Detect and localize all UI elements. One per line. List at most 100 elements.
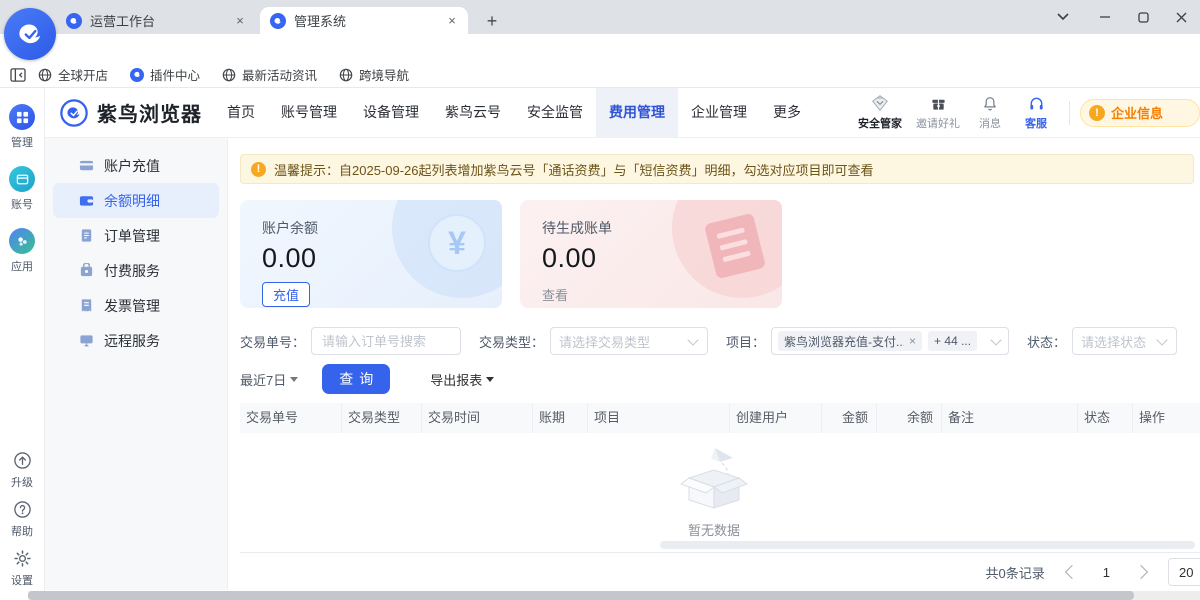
project-label: 项目： [726, 332, 765, 351]
sidebar-item-invoices[interactable]: 发票管理 [53, 288, 219, 323]
status-label: 状态： [1027, 332, 1066, 351]
type-label: 交易类型： [479, 332, 544, 351]
invoice-icon [79, 298, 94, 313]
table-horizontal-scrollbar[interactable] [660, 541, 1195, 549]
col-project[interactable]: 项目 [588, 403, 730, 433]
export-dropdown[interactable]: 导出报表 [430, 370, 494, 389]
recharge-button[interactable]: 充值 [262, 282, 310, 307]
tab-close-icon[interactable]: × [444, 13, 460, 29]
col-amount[interactable]: 金额 [822, 403, 877, 433]
bookmarks-bar: 全球开店 插件中心 最新活动资讯 跨境导航 [0, 62, 1200, 88]
col-period[interactable]: 账期 [533, 403, 588, 433]
globe-icon [38, 68, 52, 82]
notice-text: 温馨提示：自2025-09-26起列表增加紫鸟云号「通话资费」与「短信资费」明细… [274, 160, 874, 179]
col-balance[interactable]: 余额 [877, 403, 942, 433]
window-scrollbar-thumb[interactable] [28, 591, 1134, 600]
bookmark-activity-news[interactable]: 最新活动资讯 [222, 65, 317, 84]
balance-card: ¥ 账户余额 0.00 充值 [240, 200, 502, 308]
next-page-icon[interactable] [1134, 565, 1148, 579]
rail-item-upgrade[interactable]: 升级 [11, 451, 33, 490]
date-range-dropdown[interactable]: 最近7日 [240, 370, 298, 389]
bookmark-crossborder-nav[interactable]: 跨境导航 [339, 65, 409, 84]
table-header: 交易单号 交易类型 交易时间 账期 项目 创建用户 金额 余额 备注 状态 操作 [240, 403, 1200, 433]
status-select[interactable]: 请选择状态 [1072, 327, 1177, 355]
window-maximize-icon[interactable] [1128, 4, 1158, 30]
caret-down-icon [290, 377, 298, 382]
new-tab-button[interactable]: + [480, 9, 504, 33]
upgrade-arrow-icon [13, 451, 32, 470]
col-action[interactable]: 操作 [1133, 403, 1200, 433]
tool-invite-gift[interactable]: 邀请好礼 [909, 95, 967, 131]
paid-service-icon [79, 263, 94, 278]
nav-item-accounts[interactable]: 账号管理 [268, 88, 350, 137]
sidebar-item-recharge[interactable]: 账户充值 [53, 148, 219, 183]
rail-item-help[interactable]: 帮助 [11, 500, 33, 539]
tab-strip: 运营工作台 × 管理系统 × + [0, 0, 1200, 34]
project-tag: 紫鸟浏览器充值-支付... × [778, 331, 922, 351]
browser-tab-admin[interactable]: 管理系统 × [260, 7, 468, 34]
pagination: 共0条记录 1 20 [240, 552, 1200, 591]
nav-item-cloud[interactable]: 紫鸟云号 [432, 88, 514, 137]
chevron-down-icon [687, 334, 698, 345]
app-rail: 管理 账号 应用 升级 帮助 设置 [0, 88, 45, 600]
col-creator[interactable]: 创建用户 [730, 403, 822, 433]
browser-tab-ops[interactable]: 运营工作台 × [56, 7, 256, 34]
total-records: 共0条记录 [986, 563, 1045, 582]
rail-item-account[interactable]: 账号 [9, 166, 35, 212]
warning-icon: ! [251, 162, 266, 177]
tool-messages[interactable]: 消息 [967, 95, 1013, 131]
col-remark[interactable]: 备注 [942, 403, 1078, 433]
enterprise-coin-icon: ! [1089, 105, 1105, 121]
view-link[interactable]: 查看 [542, 285, 568, 304]
tag-remove-icon[interactable]: × [909, 334, 916, 348]
col-status[interactable]: 状态 [1078, 403, 1133, 433]
ziniao-app-logo[interactable] [4, 8, 56, 60]
account-browser-icon [9, 166, 35, 192]
sidebar-item-paid-services[interactable]: 付费服务 [53, 253, 219, 288]
col-time[interactable]: 交易时间 [422, 403, 533, 433]
order-no-input[interactable] [311, 327, 461, 355]
brand[interactable]: 紫鸟浏览器 [59, 98, 202, 128]
tab-close-icon[interactable]: × [232, 13, 248, 29]
type-select[interactable]: 请选择交易类型 [550, 327, 708, 355]
current-page[interactable]: 1 [1103, 565, 1110, 580]
window-minimize-icon[interactable] [1090, 4, 1120, 30]
tab-title: 管理系统 [294, 11, 444, 30]
query-button[interactable]: 查询 [322, 364, 390, 394]
window-close-icon[interactable] [1166, 4, 1196, 30]
rail-item-manage[interactable]: 管理 [9, 104, 35, 150]
help-question-icon [13, 500, 32, 519]
divider [1069, 101, 1070, 125]
empty-text: 暂无数据 [228, 520, 1200, 539]
rail-item-settings[interactable]: 设置 [11, 549, 33, 588]
nav-item-more[interactable]: 更多 [760, 88, 814, 137]
nav-menu: 首页 账号管理 设备管理 紫鸟云号 安全监管 费用管理 企业管理 更多 [214, 88, 814, 137]
page-size-select[interactable]: 20 [1168, 558, 1200, 586]
sidebar-item-remote-services[interactable]: 远程服务 [53, 323, 219, 358]
nav-item-devices[interactable]: 设备管理 [350, 88, 432, 137]
bookmark-global-store[interactable]: 全球开店 [38, 65, 108, 84]
col-type[interactable]: 交易类型 [342, 403, 422, 433]
prev-page-icon[interactable] [1065, 565, 1079, 579]
enterprise-info-pill[interactable]: ! 企业信息 [1080, 99, 1200, 127]
tool-security-guard[interactable]: 安全管家 [851, 94, 909, 131]
empty-box-icon [675, 446, 753, 512]
project-select[interactable]: 紫鸟浏览器充值-支付... × + 44 ... [771, 327, 1009, 355]
col-order-no[interactable]: 交易单号 [240, 403, 342, 433]
tab-search-chevron-icon[interactable] [1048, 4, 1078, 30]
side-panel-icon[interactable] [10, 68, 26, 82]
nav-item-billing[interactable]: 费用管理 [596, 88, 678, 137]
chevron-down-icon [1156, 334, 1167, 345]
nav-item-security[interactable]: 安全监管 [514, 88, 596, 137]
nav-item-home[interactable]: 首页 [214, 88, 268, 137]
ziniao-favicon-icon [66, 13, 82, 29]
sidebar-item-orders[interactable]: 订单管理 [53, 218, 219, 253]
bookmark-plugin-center[interactable]: 插件中心 [130, 65, 200, 84]
nav-item-enterprise[interactable]: 企业管理 [678, 88, 760, 137]
sidebar-item-balance-detail[interactable]: 余额明细 [53, 183, 219, 218]
app-nav: 紫鸟浏览器 首页 账号管理 设备管理 紫鸟云号 安全监管 费用管理 企业管理 更… [45, 88, 1200, 138]
chevron-down-icon [990, 334, 1001, 345]
brand-logo-icon [59, 98, 89, 128]
rail-item-apps[interactable]: 应用 [9, 228, 35, 274]
tool-support[interactable]: 客服 [1013, 95, 1059, 131]
